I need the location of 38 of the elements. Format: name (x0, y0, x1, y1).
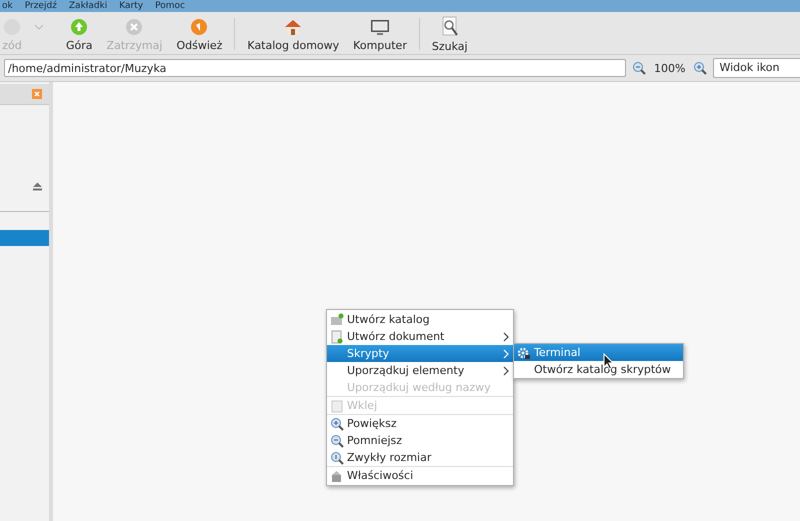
menu-item[interactable]: Powiększ (327, 415, 513, 432)
menu-bar-item[interactable]: Karty (119, 0, 144, 12)
stop-icon (124, 16, 144, 36)
menu-item[interactable]: Utwórz dokument (327, 328, 513, 345)
eject-icon[interactable] (32, 182, 43, 191)
menu-bar-item[interactable]: Zakładki (68, 0, 108, 12)
menu-item[interactable]: Zwykły rozmiar (327, 449, 513, 466)
reload-icon (189, 16, 210, 36)
menu-bar-item[interactable]: Przejdź (24, 0, 57, 12)
menu-bar-item[interactable]: ok (2, 0, 13, 12)
toolbar-button[interactable]: Katalog domowy (241, 14, 346, 54)
toolbar-button[interactable]: Odśwież (170, 14, 228, 54)
zoom-out-icon (632, 61, 646, 75)
search-icon (440, 16, 460, 38)
menu-item[interactable]: Otwórz katalog skryptów (514, 361, 683, 378)
menu-item[interactable]: Pomniejsz (327, 432, 513, 449)
toolbar-button[interactable]: Góra (60, 14, 99, 54)
zoom-icon (330, 450, 344, 464)
toolbar-button[interactable]: Szukaj (426, 14, 474, 54)
document-plus-icon (330, 330, 344, 344)
zoom-in-icon (330, 416, 344, 430)
close-icon[interactable] (32, 89, 42, 99)
zoom-level: 100% (654, 62, 686, 74)
menu-bar-item[interactable]: Pomoc (155, 0, 185, 12)
menu-item[interactable]: Utwórz katalog (327, 311, 513, 328)
properties-icon (330, 468, 344, 482)
toolbar-button[interactable]: Komputer (347, 14, 413, 54)
location-field[interactable]: /home/administrator/Muzyka (4, 59, 626, 77)
zoom-out-icon (330, 434, 344, 448)
zoom-in-icon (693, 61, 708, 75)
clipboard-icon (330, 398, 344, 412)
menu-item[interactable]: Uporządkuj elementy (327, 362, 513, 379)
view-mode-dropdown[interactable]: Widok ikon (713, 58, 800, 78)
menu-item[interactable]: Właściwości (327, 467, 513, 484)
menu-item[interactable]: Terminal (514, 344, 683, 361)
menu-item[interactable]: Skrypty (327, 345, 513, 362)
folder-plus-icon (330, 312, 344, 326)
gear-icon (517, 346, 531, 360)
